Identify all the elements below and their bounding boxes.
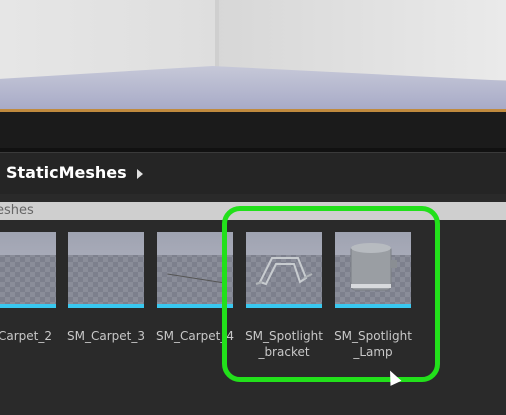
section-header-label: eshes: [0, 203, 34, 218]
asset-tile-carpet-3[interactable]: [68, 232, 144, 308]
level-viewport[interactable]: [0, 0, 506, 112]
toolbar-strip: [0, 112, 506, 148]
asset-thumbnail: [0, 232, 56, 308]
asset-label-carpet-3: SM_Carpet_3: [67, 329, 145, 343]
selection-highlight: [222, 206, 440, 382]
asset-type-bar: [0, 304, 56, 308]
viewport-corner: [215, 0, 219, 70]
content-browser-path-bar: StaticMeshes: [0, 152, 506, 196]
path-folder-staticmeshes[interactable]: StaticMeshes: [6, 163, 127, 182]
path-arrow-icon[interactable]: [137, 169, 143, 179]
asset-thumbnail: [68, 232, 144, 308]
asset-tile-carpet-2[interactable]: [0, 232, 56, 308]
asset-label-carpet-2: _Carpet_2: [0, 329, 53, 343]
asset-type-bar: [68, 304, 144, 308]
viewport-wall-right: [216, 0, 506, 80]
